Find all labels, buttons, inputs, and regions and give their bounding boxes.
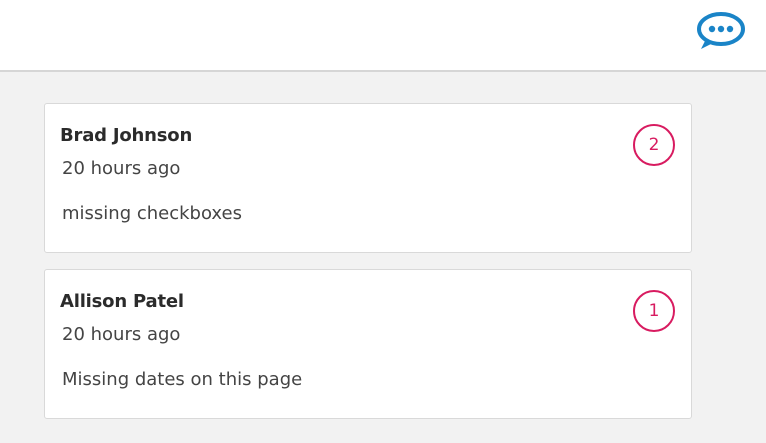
comment-card[interactable]: Brad Johnson 20 hours ago missing checkb… — [44, 103, 692, 253]
comment-timestamp: 20 hours ago — [62, 158, 181, 179]
speech-bubble-icon — [697, 12, 745, 49]
comment-text: missing checkboxes — [62, 203, 242, 224]
comment-card[interactable]: Allison Patel 20 hours ago Missing dates… — [44, 269, 692, 419]
comment-text: Missing dates on this page — [62, 369, 303, 390]
comment-count-badge[interactable]: 1 — [633, 290, 675, 332]
top-bar — [0, 0, 766, 72]
comment-count-badge[interactable]: 2 — [633, 124, 675, 166]
comments-toggle-button[interactable] — [695, 10, 747, 54]
comment-author: Brad Johnson — [60, 125, 193, 146]
comment-list: Brad Johnson 20 hours ago missing checkb… — [44, 103, 694, 435]
comment-timestamp: 20 hours ago — [62, 324, 181, 345]
comment-author: Allison Patel — [60, 291, 184, 312]
